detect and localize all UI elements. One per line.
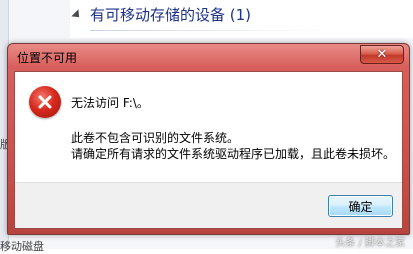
location-unavailable-dialog: 位置不可用 ✕ 无法访问 F:\。 此卷不包含可识别的文件系统。 请确定所有请求…	[7, 43, 410, 235]
close-button[interactable]: ✕	[360, 45, 404, 64]
error-detail-line-1: 此卷不包含可识别的文件系统。	[71, 131, 240, 145]
dialog-title: 位置不可用	[17, 51, 78, 65]
watermark: 头条 / 脚本之家	[335, 238, 405, 249]
error-icon	[29, 86, 61, 118]
dialog-titlebar[interactable]: 位置不可用 ✕	[8, 44, 409, 71]
drive-label-fragment[interactable]: 移动磁盘	[0, 238, 44, 254]
error-message: 无法访问 F:\。	[71, 96, 149, 110]
ok-button[interactable]: 确定	[328, 195, 393, 217]
error-detail-line-2: 请确定所有请求的文件系统驱动程序已加载，且此卷未损坏。	[71, 147, 396, 161]
removable-storage-section[interactable]: 有可移动存储的设备 (1)	[71, 4, 252, 25]
section-title: 有可移动存储的设备 (1)	[90, 6, 252, 24]
section-divider	[90, 30, 330, 31]
dialog-button-bar: 确定	[15, 182, 402, 228]
close-icon: ✕	[376, 47, 388, 62]
expand-triangle-icon[interactable]	[71, 8, 83, 21]
dialog-body: 无法访问 F:\。 此卷不包含可识别的文件系统。 请确定所有请求的文件系统驱动程…	[14, 71, 403, 229]
